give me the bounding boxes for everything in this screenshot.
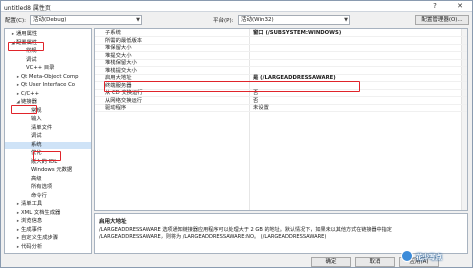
tree-item[interactable]: ▸ 生成事件 (5, 226, 91, 234)
chevron-down-icon: ▼ (136, 17, 140, 23)
tree-item[interactable]: 系统 (5, 141, 91, 149)
tree-item-label: 调试 (31, 133, 42, 139)
title-bar: untitled8 属性页 ? ✕ (1, 1, 472, 12)
tree-item-label: 调试 (26, 56, 37, 63)
description-title: 启用大地址 (99, 219, 127, 225)
property-row[interactable]: 从网络交换运行 否 (95, 98, 467, 105)
platform-value: 活动(Win32) (241, 17, 274, 23)
property-value[interactable]: 否 (253, 98, 258, 105)
tree-item-label: 输入 (31, 116, 42, 122)
property-name: 驱动程序 (105, 105, 127, 111)
property-name: 所需的最低版本 (105, 37, 143, 44)
tree-item[interactable]: 输入 (5, 116, 91, 123)
property-tree[interactable]: ▸ 通用属性 ◢配置属性 常规 调试 VC++ 目录 ▸ Qt Meta-Object Com… (4, 28, 92, 254)
tree-item[interactable]: ▸ XML 文档生成器 (5, 209, 91, 217)
property-name: 堆栈提交大小 (105, 67, 137, 74)
tree-item[interactable]: ▸ 浏览信息 (5, 218, 91, 225)
property-name: 堆保留大小 (105, 45, 132, 51)
property-value[interactable]: 未设置 (253, 105, 269, 112)
highlight-box-linker (11, 105, 37, 114)
tree-item[interactable]: ▸ C/C++ (5, 90, 91, 98)
property-row[interactable]: 堆栈保留大小 (95, 60, 467, 67)
tree-item[interactable]: 命令行 (5, 192, 91, 200)
property-name: 子系统 (105, 30, 121, 36)
tree-item-label: Qt User Interface Co (21, 82, 76, 88)
tree-item[interactable]: 调试 (5, 133, 91, 140)
property-row[interactable]: 驱动程序 未设置 (95, 105, 467, 112)
watermark-logo-icon (401, 250, 413, 262)
configuration-combobox[interactable]: 活动(Debug) ▼ (30, 15, 142, 25)
window-title: untitled8 属性页 (4, 5, 51, 12)
highlight-box-large-address (104, 81, 360, 92)
tree-item[interactable]: ▸ 通用属性 (5, 31, 91, 38)
property-value[interactable]: 窗口 (/SUBSYSTEM:WINDOWS) (253, 30, 341, 37)
tree-item-label: 浏览信息 (21, 218, 43, 224)
platform-label: 平台(P): (213, 18, 234, 24)
tree-item-label: XML 文档生成器 (21, 209, 61, 216)
tree-item-label: 生成事件 (21, 226, 43, 233)
platform-combobox[interactable]: 活动(Win32) ▼ (238, 15, 350, 25)
property-name: 堆提交大小 (105, 52, 132, 59)
configuration-value: 活动(Debug) (33, 17, 67, 23)
tree-item[interactable]: 高级 (5, 175, 91, 183)
tree-item[interactable]: ▸ 代码分析 (5, 243, 91, 251)
property-row[interactable]: 堆栈提交大小 (95, 68, 467, 75)
tree-item-label: VC++ 目录 (26, 65, 55, 71)
property-name: 从网络交换运行 (105, 97, 143, 104)
configuration-label: 配置(C): (5, 18, 26, 24)
property-pages-window: untitled8 属性页 ? ✕ 配置(C): 活动(Debug) ▼ 平台(… (0, 0, 473, 268)
description-body: /LARGEADDRESSAWARE 选项通知链接器应用程序可以处理大于 2 G… (99, 227, 392, 240)
tree-item-label: Qt Meta-Object Comp (21, 73, 79, 80)
tree-item-label: 所有选项 (31, 184, 53, 190)
property-name: 堆栈保留大小 (105, 60, 137, 66)
tree-item-label: 自定义生成步骤 (21, 235, 59, 241)
cancel-button[interactable]: 取消 (355, 257, 395, 267)
tree-item[interactable]: ▸ Qt User Interface Co (5, 82, 91, 89)
tree-item-label: 系统 (31, 141, 42, 148)
tree-item-label: 高级 (31, 175, 42, 182)
tree-item-label: Windows 元数据 (31, 167, 73, 173)
tree-item[interactable]: 清单文件 (5, 124, 91, 132)
tree-item-label: 清单工具 (21, 201, 43, 207)
property-row[interactable]: 所需的最低版本 (95, 38, 467, 45)
ok-button[interactable]: 确定 (311, 257, 351, 267)
tree-item[interactable]: Windows 元数据 (5, 167, 91, 174)
tree-item-label: 通用属性 (16, 31, 38, 37)
tree-item[interactable]: 所有选项 (5, 184, 91, 191)
tree-item[interactable]: 调试 (5, 56, 91, 64)
highlight-box-config-props (8, 42, 44, 51)
close-button[interactable]: ✕ (447, 1, 472, 12)
watermark: 花少写点 (401, 247, 471, 267)
tree-item[interactable]: ▸ Qt Meta-Object Comp (5, 73, 91, 81)
tree-item[interactable]: ▸ 自定义生成步骤 (5, 235, 91, 242)
watermark-text: 花少写点 (416, 253, 442, 261)
property-row[interactable]: 堆保留大小 (95, 45, 467, 52)
configuration-bar: 配置(C): 活动(Debug) ▼ 平台(P): 活动(Win32) ▼ 配置… (1, 13, 472, 26)
tree-item[interactable]: VC++ 目录 (5, 65, 91, 72)
property-row[interactable]: 堆提交大小 (95, 53, 467, 60)
chevron-down-icon: ▼ (344, 17, 348, 23)
tree-item[interactable]: ▸ 清单工具 (5, 201, 91, 208)
property-grid[interactable]: 子系统 窗口 (/SUBSYSTEM:WINDOWS) 所需的最低版本 堆保留大小 堆提… (94, 28, 468, 211)
property-row[interactable]: 子系统 窗口 (/SUBSYSTEM:WINDOWS) (95, 30, 467, 37)
highlight-box-system (33, 151, 61, 161)
tree-item-label: 代码分析 (21, 243, 43, 250)
configuration-manager-button[interactable]: 配置管理器(O)... (415, 15, 469, 25)
tree-item-label: C/C++ (21, 90, 40, 97)
tree-item-label: 命令行 (31, 192, 47, 199)
help-button[interactable]: ? (426, 1, 444, 12)
tree-item-label: 清单文件 (31, 124, 53, 131)
